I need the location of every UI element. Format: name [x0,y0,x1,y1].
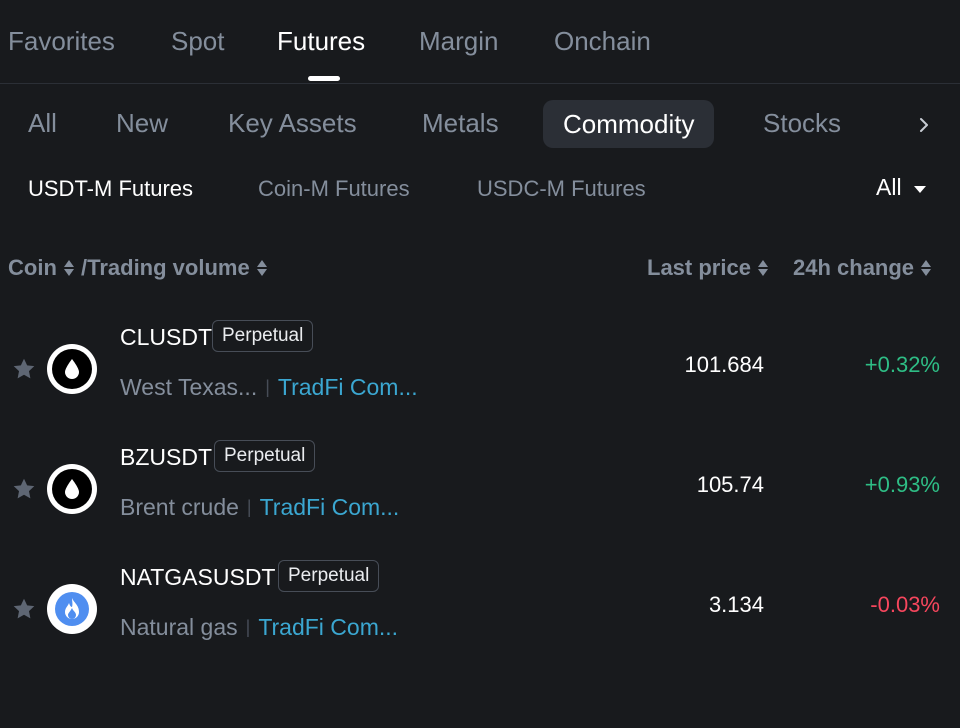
asset-subtitle: Brent crude | TradFi Com... [120,494,399,521]
asset-subtitle: Natural gas | TradFi Com... [120,614,398,641]
tab-futures[interactable]: Futures [277,26,365,57]
tab-onchain[interactable]: Onchain [554,26,651,57]
column-change-label: 24h change [793,255,915,280]
sort-icon [757,260,768,276]
subtab-usdt-m-futures[interactable]: USDT-M Futures [28,176,193,202]
last-price: 101.684 [684,352,764,377]
perpetual-badge: Perpetual [212,320,314,352]
change-24h: -0.03% [870,592,940,617]
subtab-usdc-m-futures[interactable]: USDC-M Futures [477,176,646,202]
column-coin[interactable]: Coin [8,255,74,281]
category-all[interactable]: All [28,108,57,139]
sort-icon [256,260,267,276]
divider: | [245,617,251,637]
filter-dropdown[interactable]: All [876,174,926,201]
symbol: CLUSDT [120,324,213,350]
category-tag-link[interactable]: TradFi Com... [278,374,418,401]
last-price: 3.134 [708,592,764,617]
column-last-price[interactable]: Last price [647,255,768,281]
tab-margin[interactable]: Margin [419,26,498,57]
category-key-assets[interactable]: Key Assets [228,108,357,139]
column-24h-change[interactable]: 24h change [793,255,932,281]
flame-icon [47,584,97,634]
category-scroll-right-button[interactable] [902,104,946,146]
category-commodity[interactable]: Commodity [543,100,715,148]
last-price: 105.74 [696,472,764,497]
oil-drop-icon [47,344,97,394]
category-tag-link[interactable]: TradFi Com... [258,614,398,641]
sort-icon [63,260,74,276]
asset-name: West Texas... [120,374,258,400]
chevron-right-icon [920,118,928,132]
perpetual-badge: Perpetual [278,560,380,592]
star-icon[interactable] [11,596,37,622]
category-tag-link[interactable]: TradFi Com... [260,494,400,521]
market-row[interactable]: BZUSDT Perpetual Brent crude | TradFi Co… [0,432,960,552]
tab-favorites[interactable]: Favorites [8,26,115,57]
oil-drop-icon [47,464,97,514]
market-row[interactable]: NATGASUSDT Perpetual Natural gas | TradF… [0,552,960,672]
asset-name: Brent crude [120,494,239,520]
tab-spot[interactable]: Spot [171,26,225,57]
filter-label: All [876,174,902,200]
market-tabs: Favorites Spot Futures Margin Onchain [0,0,960,84]
active-tab-indicator [308,76,340,81]
category-stocks[interactable]: Stocks [763,108,841,139]
symbol: NATGASUSDT [120,564,276,590]
column-volume-label: /Trading volume [81,255,250,280]
divider: | [246,497,252,517]
divider: | [265,377,270,397]
column-trading-volume[interactable]: /Trading volume [81,255,267,281]
change-24h: +0.93% [864,472,940,497]
change-24h: +0.32% [864,352,940,377]
market-row[interactable]: CLUSDT Perpetual West Texas... | TradFi … [0,312,960,432]
symbol: BZUSDT [120,444,212,470]
category-new[interactable]: New [116,108,168,139]
sort-icon [921,260,932,276]
perpetual-badge: Perpetual [214,440,316,472]
subtab-coin-m-futures[interactable]: Coin-M Futures [258,176,410,202]
column-coin-label: Coin [8,255,57,280]
column-last-price-label: Last price [647,255,751,280]
asset-name: Natural gas [120,614,238,640]
caret-down-icon [913,185,926,193]
star-icon[interactable] [11,356,37,382]
asset-subtitle: West Texas... | TradFi Com... [120,374,418,401]
category-metals[interactable]: Metals [422,108,499,139]
star-icon[interactable] [11,476,37,502]
